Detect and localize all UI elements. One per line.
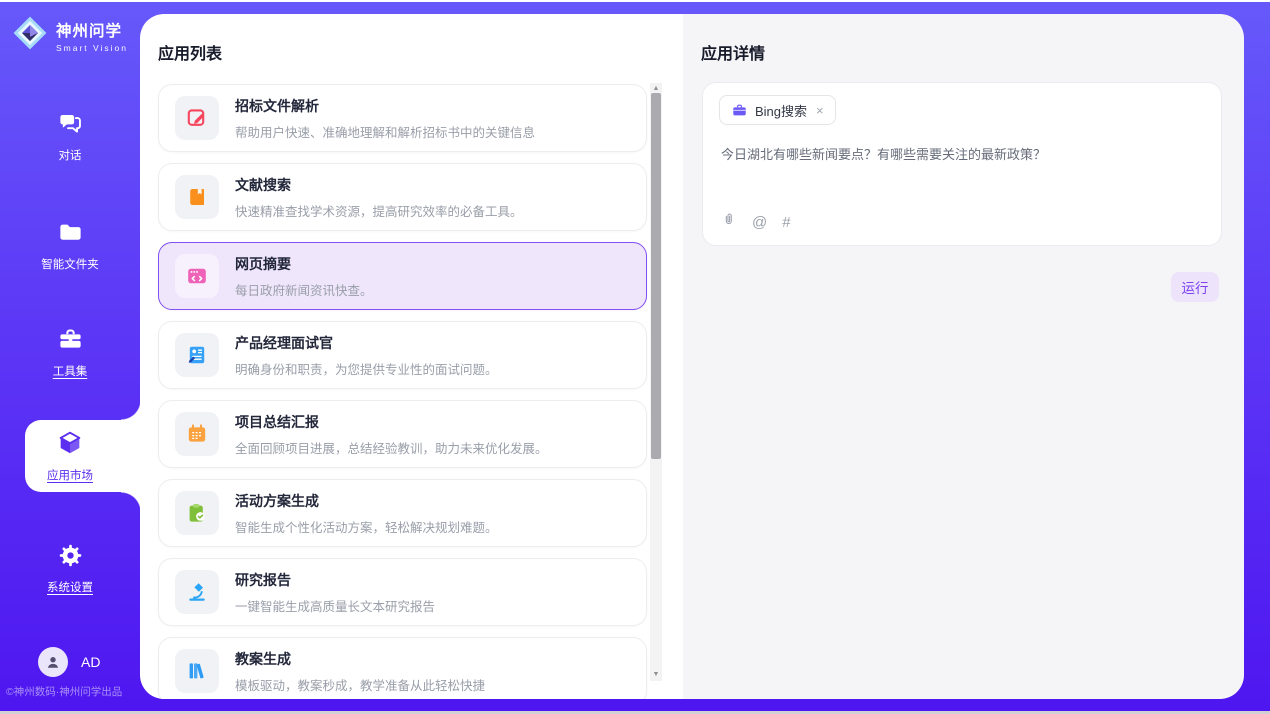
sidebar-item-settings[interactable]: 系统设置 — [0, 542, 140, 595]
cube-icon — [56, 429, 84, 462]
app-title: 招标文件解析 — [235, 96, 535, 116]
app-card-research-report[interactable]: 研究报告 一键智能生成高质量长文本研究报告 — [158, 558, 647, 626]
sidebar-item-label: 工具集 — [53, 363, 88, 379]
app-list-panel: 应用列表 招标文件解析 帮助用户快速、准确地理解和解析招标书中的关键信息 — [140, 14, 683, 699]
clipboard-check-icon — [185, 501, 209, 525]
hash-icon[interactable]: # — [782, 214, 790, 231]
app-card-web-summary[interactable]: 网页摘要 每日政府新闻资讯快查。 — [158, 242, 647, 310]
user-label: AD — [81, 654, 100, 670]
app-detail-title: 应用详情 — [701, 40, 765, 64]
run-button[interactable]: 运行 — [1171, 272, 1219, 302]
calendar-icon — [185, 422, 209, 446]
user-account[interactable]: AD — [38, 647, 100, 677]
app-desc: 快速精准查找学术资源，提高研究效率的必备工具。 — [235, 201, 523, 220]
copyright-text: ©神州数码·神州问学出品 — [6, 684, 146, 699]
sidebar-item-chat[interactable]: 对话 — [0, 110, 140, 163]
tool-tag-label: Bing搜索 — [755, 101, 807, 120]
app-card-pm-interviewer[interactable]: 产品经理面试官 明确身份和职责，为您提供专业性的面试问题。 — [158, 321, 647, 389]
app-window: 神州问学 Smart Vision 对话 智能文件夹 — [0, 0, 1270, 714]
app-card-event-plan[interactable]: 活动方案生成 智能生成个性化活动方案，轻松解决规划难题。 — [158, 479, 647, 547]
resume-icon — [185, 343, 209, 367]
brand-subtitle: Smart Vision — [56, 43, 128, 53]
document-edit-icon — [185, 106, 209, 130]
app-icon-chip — [175, 649, 219, 693]
avatar[interactable] — [38, 647, 68, 677]
app-detail-panel: 应用详情 Bing搜索 × 今日湖北有哪些新闻要点？有哪些需要关注的最新政策？ — [683, 14, 1244, 699]
toolbox-icon — [57, 326, 84, 358]
gear-icon — [57, 542, 84, 574]
bump-top-fillet — [121, 400, 141, 420]
query-text[interactable]: 今日湖北有哪些新闻要点？有哪些需要关注的最新政策？ — [721, 145, 1203, 165]
app-title: 文献搜索 — [235, 175, 523, 195]
app-icon-chip — [175, 491, 219, 535]
app-desc: 每日政府新闻资讯快查。 — [235, 280, 373, 299]
book-icon — [185, 185, 209, 209]
app-icon-chip — [175, 96, 219, 140]
attachment-icon[interactable] — [721, 211, 737, 233]
app-icon-chip — [175, 175, 219, 219]
microscope-icon — [185, 580, 209, 604]
app-title: 研究报告 — [235, 570, 435, 590]
diamond-logo-icon — [12, 15, 48, 56]
browser-code-icon — [185, 264, 209, 288]
app-card-bid-analysis[interactable]: 招标文件解析 帮助用户快速、准确地理解和解析招标书中的关键信息 — [158, 84, 647, 152]
sidebar-item-label: 智能文件夹 — [41, 256, 99, 272]
brand-logo: 神州问学 Smart Vision — [0, 15, 140, 56]
app-desc: 智能生成个性化活动方案，轻松解决规划难题。 — [235, 517, 498, 536]
sidebar-item-smart-folder[interactable]: 智能文件夹 — [0, 219, 140, 272]
app-title: 产品经理面试官 — [235, 333, 498, 353]
app-title: 教案生成 — [235, 649, 485, 669]
folder-icon — [57, 219, 84, 251]
app-card-project-summary[interactable]: 项目总结汇报 全面回顾项目进展，总结经验教训，助力未来优化发展。 — [158, 400, 647, 468]
bump-bottom-fillet — [121, 492, 141, 512]
app-list-title: 应用列表 — [158, 40, 222, 64]
app-icon-chip — [175, 333, 219, 377]
app-list-scrollbar[interactable]: ▲ ▼ — [650, 83, 662, 681]
app-card-literature-search[interactable]: 文献搜索 快速精准查找学术资源，提高研究效率的必备工具。 — [158, 163, 647, 231]
app-title: 网页摘要 — [235, 254, 373, 274]
scrollbar-thumb[interactable] — [651, 93, 661, 459]
app-icon-chip — [175, 412, 219, 456]
briefcase-icon — [731, 102, 748, 119]
app-title: 项目总结汇报 — [235, 412, 548, 432]
app-desc: 帮助用户快速、准确地理解和解析招标书中的关键信息 — [235, 122, 535, 141]
sidebar-item-label: 系统设置 — [47, 579, 93, 595]
app-icon-chip — [175, 570, 219, 614]
sidebar-item-toolset[interactable]: 工具集 — [0, 326, 140, 379]
sidebar-item-label: 对话 — [59, 147, 82, 163]
prompt-composer-card[interactable]: Bing搜索 × 今日湖北有哪些新闻要点？有哪些需要关注的最新政策？ @ # — [702, 82, 1222, 246]
sidebar-item-label: 应用市场 — [47, 467, 93, 483]
app-desc: 模板驱动，教案秒成，教学准备从此轻松快捷 — [235, 675, 485, 694]
app-title: 活动方案生成 — [235, 491, 498, 511]
tool-tag-bing-search[interactable]: Bing搜索 × — [719, 95, 836, 125]
window-top-edge — [0, 0, 1270, 2]
app-icon-chip — [175, 254, 219, 298]
books-icon — [185, 659, 209, 683]
app-card-lesson-plan[interactable]: 教案生成 模板驱动，教案秒成，教学准备从此轻松快捷 — [158, 637, 647, 699]
scrollbar-down-arrow[interactable]: ▼ — [650, 669, 662, 681]
app-desc: 一键智能生成高质量长文本研究报告 — [235, 596, 435, 615]
sidebar-item-app-market[interactable]: 应用市场 — [0, 429, 140, 483]
chat-icon — [57, 110, 84, 142]
brand-name: 神州问学 — [56, 19, 128, 41]
app-desc: 全面回顾项目进展，总结经验教训，助力未来优化发展。 — [235, 438, 548, 457]
app-desc: 明确身份和职责，为您提供专业性的面试问题。 — [235, 359, 498, 378]
tag-close-icon[interactable]: × — [816, 103, 824, 118]
mention-icon[interactable]: @ — [752, 214, 767, 231]
user-avatar-icon — [44, 653, 62, 671]
